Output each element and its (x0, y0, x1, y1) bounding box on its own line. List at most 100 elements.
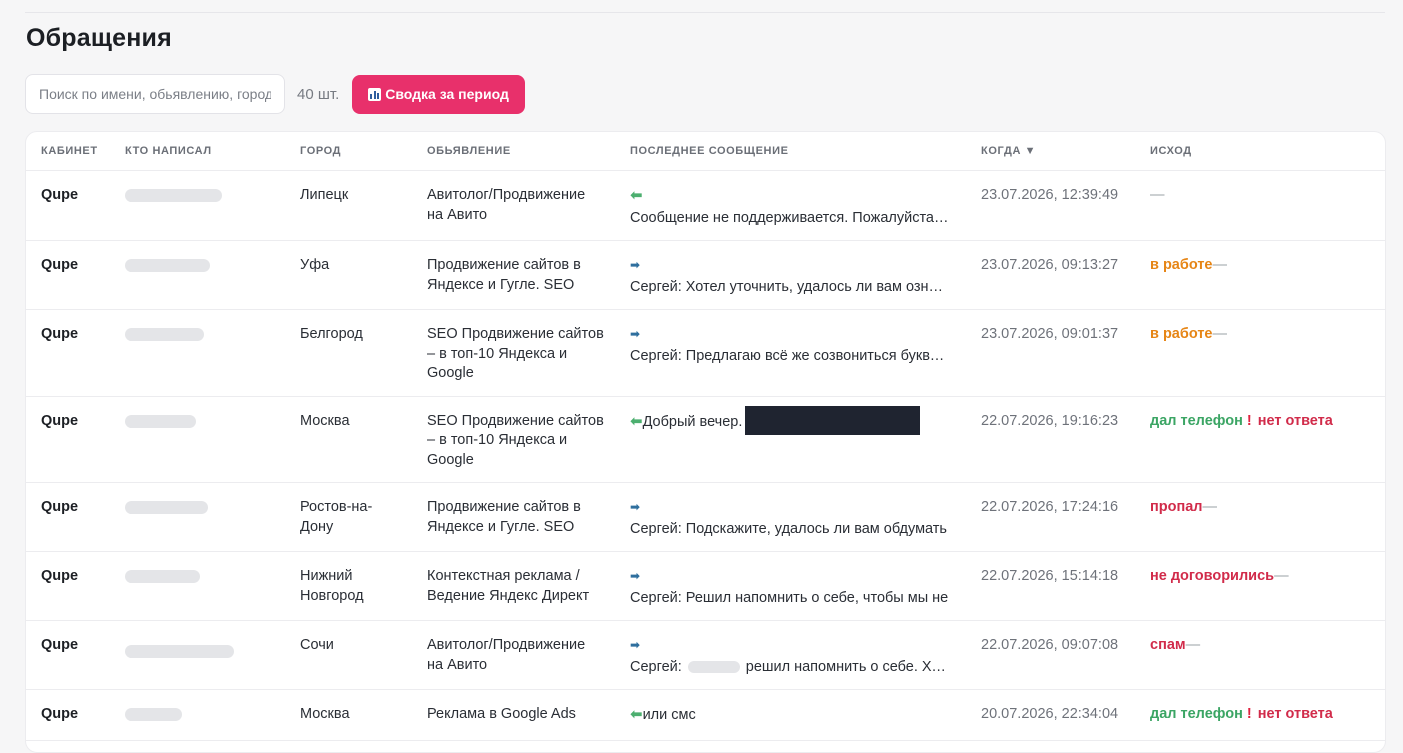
table-row[interactable]: Qupe Москва SEO Продвижение сайтов – в т… (26, 396, 1385, 483)
cell-ad: Контекстная реклама / Ведение Яндекс Дир… (412, 551, 615, 621)
column-header-when[interactable]: КОГДА ▼ (966, 132, 1135, 171)
cell-city: Уфа (285, 240, 412, 310)
redacted-block (745, 405, 921, 435)
outcome-status[interactable]: в работе (1150, 257, 1212, 273)
cell-author (110, 240, 285, 310)
cell-ad: Авитолог/Продвижение на Авито (412, 170, 615, 241)
cell-last-message: ➡ Сергей: решил напомнить о себе. Хотел (615, 620, 966, 690)
cell-author (110, 396, 285, 483)
cell-date: 23.07.2026, 12:39:49 (966, 170, 1135, 241)
outcome-extra: нет ответа (1257, 706, 1333, 722)
message-text: Сергей: Предлагаю всё же созвониться бук… (630, 347, 950, 364)
outcome-status[interactable]: дал телефон (1150, 413, 1243, 429)
arrow-right-icon: ➡ (630, 258, 641, 272)
outcome-status[interactable]: дал телефон (1150, 706, 1243, 722)
toolbar: 40 шт. Сводка за период (25, 74, 525, 114)
outcome-extra: нет ответа (1257, 412, 1333, 429)
outcome-separator: — (1202, 499, 1218, 515)
cell-cabinet: Qupe (26, 170, 110, 241)
author-redacted (125, 501, 208, 514)
author-redacted (125, 259, 210, 272)
column-header-outcome[interactable]: ИСХОД (1135, 132, 1385, 171)
cell-outcome: дал телефон! нет ответа (1135, 396, 1385, 483)
table-row[interactable]: Qupe Липецк Авитолог/Продвижение на Авит… (26, 170, 1385, 241)
search-input[interactable] (25, 74, 285, 114)
cell-outcome: спам— (1135, 620, 1385, 690)
message-text: Добрый вечер. (642, 413, 743, 430)
cell-date: 22.07.2026, 09:07:08 (966, 620, 1135, 690)
arrow-right-icon: ➡ (630, 569, 641, 583)
column-header-last-message[interactable]: ПОСЛЕДНЕЕ СООБЩЕНИЕ (615, 132, 966, 171)
arrow-left-icon: ⬅ (630, 706, 643, 723)
cell-author (110, 620, 285, 690)
cell-cabinet: Qupe (26, 309, 110, 397)
cell-author (110, 482, 285, 552)
column-header-city[interactable]: ГОРОД (285, 132, 412, 171)
cell-last-message: ⬅Добрый вечер. (615, 396, 966, 483)
outcome-status[interactable]: пропал (1150, 499, 1203, 515)
message-text: или смс (642, 707, 696, 723)
table-row[interactable]: Qupe Москва Реклама в Google Ads ⬅или см… (26, 689, 1385, 741)
table-row[interactable]: Qupe Сочи Авитолог/Продвижение на Авито … (26, 620, 1385, 690)
cell-last-message: ➡ Сергей: Предлагаю всё же созвониться б… (615, 309, 966, 397)
cell-date: 23.07.2026, 09:01:37 (966, 309, 1135, 397)
cell-author (110, 551, 285, 621)
message-prefix: Сергей: (630, 658, 682, 675)
outcome-separator: — (1212, 326, 1227, 342)
author-redacted (125, 189, 222, 202)
cell-ad: SEO Продвижение сайтов – в топ-10 Яндекс… (412, 396, 615, 483)
cell-outcome: дал телефон! нет ответа (1135, 689, 1385, 741)
table-row[interactable]: Qupe Уфа Продвижение сайтов в Яндексе и … (26, 240, 1385, 310)
author-redacted (125, 708, 182, 721)
outcome-separator: — (1185, 637, 1201, 653)
top-divider (25, 12, 1385, 13)
cell-city: Сочи (285, 620, 412, 690)
table-row[interactable]: Qupe Белгород SEO Продвижение сайтов – в… (26, 309, 1385, 397)
outcome-status[interactable]: в работе (1150, 326, 1212, 342)
outcome-separator: — (1212, 257, 1227, 273)
cell-city: Ростов-на-Дону (285, 482, 412, 552)
cell-date: 22.07.2026, 15:14:18 (966, 551, 1135, 621)
requests-table: КАБИНЕТ КТО НАПИСАЛ ГОРОД ОБЬЯВЛЕНИЕ ПОС… (26, 132, 1385, 741)
column-header-cabinet[interactable]: КАБИНЕТ (26, 132, 110, 171)
cell-cabinet: Qupe (26, 689, 110, 741)
cell-city: Белгород (285, 309, 412, 397)
outcome-status[interactable]: не договорились (1150, 568, 1274, 584)
cell-last-message: ⬅ Сообщение не поддерживается. Пожалуйст… (615, 170, 966, 241)
cell-ad: SEO Продвижение сайтов – в топ-10 Яндекс… (412, 309, 615, 397)
author-redacted (125, 328, 204, 341)
results-count: 40 шт. (297, 85, 340, 103)
cell-date: 20.07.2026, 22:34:04 (966, 689, 1135, 741)
cell-city: Москва (285, 689, 412, 741)
cell-date: 22.07.2026, 17:24:16 (966, 482, 1135, 552)
cell-outcome: — (1135, 170, 1385, 241)
summary-button-label: Сводка за период (385, 86, 509, 102)
cell-outcome: не договорились— (1135, 551, 1385, 621)
arrow-right-icon: ➡ (630, 638, 641, 652)
outcome-text[interactable]: — (1150, 187, 1165, 203)
message-text: Сообщение не поддерживается. Пожалуйста,… (630, 209, 950, 226)
column-header-author[interactable]: КТО НАПИСАЛ (110, 132, 285, 171)
cell-author (110, 689, 285, 741)
table-row[interactable]: Qupe Ростов-на-Дону Продвижение сайтов в… (26, 482, 1385, 552)
summary-period-button[interactable]: Сводка за период (352, 74, 525, 114)
column-header-ad[interactable]: ОБЬЯВЛЕНИЕ (412, 132, 615, 171)
arrow-left-icon: ⬅ (630, 187, 643, 204)
outcome-status[interactable]: спам (1150, 637, 1186, 653)
bar-chart-icon (368, 87, 382, 101)
cell-last-message: ➡ Сергей: Хотел уточнить, удалось ли вам… (615, 240, 966, 310)
requests-table-card: КАБИНЕТ КТО НАПИСАЛ ГОРОД ОБЬЯВЛЕНИЕ ПОС… (25, 131, 1386, 753)
message-text: Сергей: Хотел уточнить, удалось ли вам о… (630, 278, 950, 295)
cell-author (110, 309, 285, 397)
cell-outcome: в работе— (1135, 240, 1385, 310)
author-redacted (125, 645, 234, 658)
table-header-row: КАБИНЕТ КТО НАПИСАЛ ГОРОД ОБЬЯВЛЕНИЕ ПОС… (26, 132, 1385, 171)
cell-cabinet: Qupe (26, 551, 110, 621)
cell-city: Липецк (285, 170, 412, 241)
cell-last-message: ⬅или смс (615, 689, 966, 741)
cell-date: 22.07.2026, 19:16:23 (966, 396, 1135, 483)
table-row[interactable]: Qupe Нижний Новгород Контекстная реклама… (26, 551, 1385, 621)
cell-last-message: ➡ Сергей: Решил напомнить о себе, чтобы … (615, 551, 966, 621)
message-text: Сергей: решил напомнить о себе. Хотел (630, 658, 950, 678)
cell-city: Москва (285, 396, 412, 483)
